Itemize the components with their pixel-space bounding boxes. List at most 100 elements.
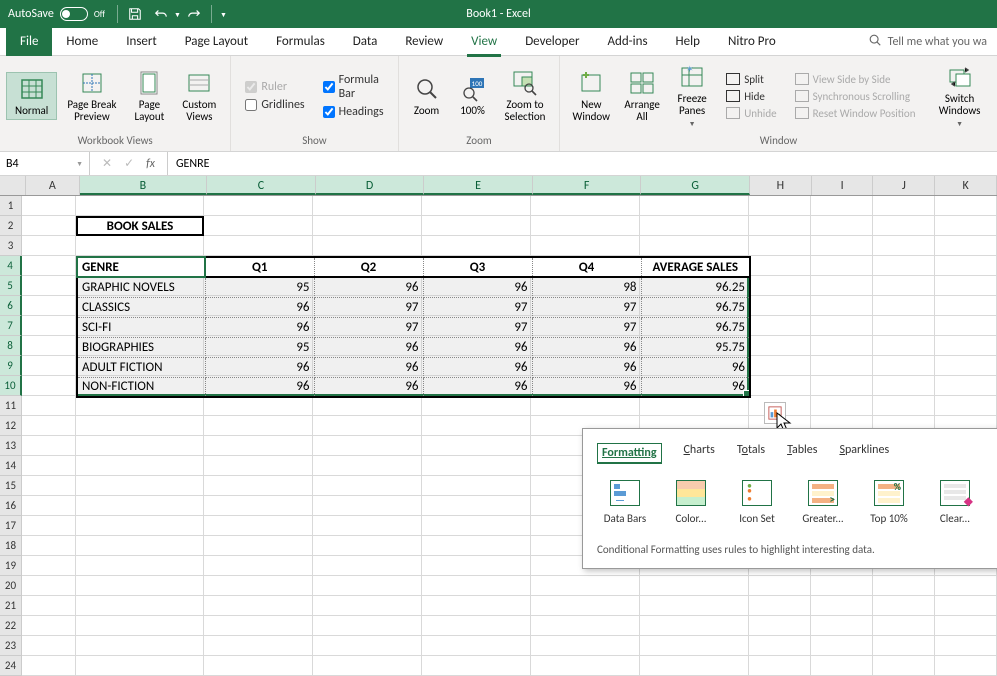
cell[interactable]: 95	[205, 277, 314, 297]
cell[interactable]: 96	[641, 377, 750, 397]
cell[interactable]: 96	[205, 317, 314, 337]
row-header[interactable]: 12	[0, 416, 22, 436]
tab-formulas[interactable]: Formulas	[262, 28, 339, 56]
spreadsheet-grid[interactable]: A B C D E F G H I J K 123456789101112131…	[0, 176, 997, 676]
quick-analysis-button[interactable]	[764, 402, 786, 424]
cell[interactable]: SCI-FI	[77, 317, 205, 337]
headings-checkbox[interactable]: Headings	[323, 105, 384, 119]
tab-file[interactable]: File	[6, 28, 52, 56]
popup-tab-charts[interactable]: Charts	[684, 443, 715, 464]
column-header[interactable]: E	[424, 176, 533, 195]
cell[interactable]: 97	[423, 297, 532, 317]
hide-button[interactable]: Hide	[724, 89, 778, 104]
column-header[interactable]: F	[533, 176, 642, 195]
row-header[interactable]: 8	[0, 336, 22, 356]
column-header[interactable]: A	[26, 176, 80, 195]
row-header[interactable]: 13	[0, 436, 22, 456]
row-header[interactable]: 9	[0, 356, 22, 376]
cell[interactable]: 96.75	[641, 317, 750, 337]
cell[interactable]: 96	[532, 357, 641, 377]
cell[interactable]: 96	[423, 277, 532, 297]
cell[interactable]: 96	[205, 377, 314, 397]
cell[interactable]: 96	[314, 357, 423, 377]
tab-review[interactable]: Review	[391, 28, 457, 56]
table-header[interactable]: Q2	[314, 257, 423, 277]
tab-insert[interactable]: Insert	[112, 28, 171, 56]
cell[interactable]: 96.75	[641, 297, 750, 317]
row-header[interactable]: 11	[0, 396, 22, 416]
column-header[interactable]: H	[750, 176, 812, 195]
popup-tab-totals[interactable]: Totals	[737, 443, 765, 464]
cell[interactable]: NON-FICTION	[77, 377, 205, 397]
row-header[interactable]: 22	[0, 616, 22, 636]
normal-view-button[interactable]: Normal	[6, 72, 57, 120]
row-header[interactable]: 15	[0, 476, 22, 496]
row-header[interactable]: 24	[0, 656, 22, 676]
cell[interactable]: 97	[532, 297, 641, 317]
custom-views-button[interactable]: Custom Views	[174, 67, 224, 125]
row-header[interactable]: 5	[0, 276, 22, 296]
save-icon[interactable]	[126, 5, 144, 23]
name-box[interactable]: B4▼	[0, 152, 90, 175]
enter-icon[interactable]: ✓	[124, 156, 134, 171]
top-10-button[interactable]: Top 10%	[865, 480, 913, 525]
cell[interactable]: ADULT FICTION	[77, 357, 205, 377]
row-header[interactable]: 3	[0, 236, 22, 256]
table-header[interactable]: Q1	[205, 257, 314, 277]
cell[interactable]: 96	[314, 277, 423, 297]
table-header[interactable]: Q4	[532, 257, 641, 277]
cell[interactable]: 95.75	[641, 337, 750, 357]
icon-set-button[interactable]: Icon Set	[733, 480, 781, 525]
cell[interactable]: 96	[205, 297, 314, 317]
page-break-button[interactable]: Page Break Preview	[59, 67, 124, 125]
redo-icon[interactable]	[185, 5, 203, 23]
cell[interactable]: BIOGRAPHIES	[77, 337, 205, 357]
cell[interactable]: 97	[314, 317, 423, 337]
fx-icon[interactable]: fx	[146, 157, 155, 171]
cancel-icon[interactable]: ✕	[102, 156, 112, 171]
cell[interactable]: 97	[423, 317, 532, 337]
row-header[interactable]: 19	[0, 556, 22, 576]
row-header[interactable]: 17	[0, 516, 22, 536]
tab-help[interactable]: Help	[662, 28, 714, 56]
cell[interactable]: 97	[314, 297, 423, 317]
cell[interactable]: 96	[314, 337, 423, 357]
tell-me-search[interactable]: Tell me what you wa	[858, 33, 997, 51]
row-header[interactable]: 21	[0, 596, 22, 616]
cell[interactable]: 97	[532, 317, 641, 337]
column-header[interactable]: I	[812, 176, 874, 195]
data-bars-button[interactable]: Data Bars	[601, 480, 649, 525]
cell[interactable]: 98	[532, 277, 641, 297]
row-header[interactable]: 7	[0, 316, 22, 336]
column-header[interactable]: G	[641, 176, 750, 195]
color-scale-button[interactable]: Color...	[667, 480, 715, 525]
clear-format-button[interactable]: Clear...	[931, 480, 979, 525]
cell[interactable]: 96	[641, 357, 750, 377]
row-header[interactable]: 1	[0, 196, 22, 216]
column-header[interactable]: B	[80, 176, 207, 195]
autosave-toggle[interactable]: AutoSave Off	[0, 7, 113, 21]
column-header[interactable]: D	[316, 176, 425, 195]
page-layout-button[interactable]: Page Layout	[127, 67, 173, 125]
popup-tab-sparklines[interactable]: Sparklines	[839, 443, 889, 464]
row-header[interactable]: 2	[0, 216, 22, 236]
undo-icon[interactable]	[152, 5, 170, 23]
cell[interactable]: 96	[532, 337, 641, 357]
zoom-to-selection-button[interactable]: Zoom to Selection	[497, 67, 554, 125]
new-window-button[interactable]: New Window	[566, 67, 616, 125]
arrange-all-button[interactable]: Arrange All	[618, 67, 666, 125]
cell[interactable]: 96	[423, 337, 532, 357]
data-table[interactable]: GENREQ1Q2Q3Q4AVERAGE SALESGRAPHIC NOVELS…	[76, 256, 751, 398]
row-header[interactable]: 16	[0, 496, 22, 516]
toggle-switch[interactable]	[60, 7, 88, 21]
popup-tab-tables[interactable]: Tables	[787, 443, 817, 464]
table-header[interactable]: GENRE	[77, 257, 205, 277]
freeze-panes-button[interactable]: ✶Freeze Panes ▼	[668, 61, 716, 132]
cell[interactable]: 96	[423, 357, 532, 377]
title-cell[interactable]: BOOK SALES	[76, 216, 204, 236]
tab-view[interactable]: View	[457, 28, 511, 56]
switch-windows-button[interactable]: Switch Windows ▼	[929, 61, 991, 132]
split-button[interactable]: Split	[724, 72, 778, 87]
row-header[interactable]: 4	[0, 256, 22, 276]
cell[interactable]: 95	[205, 337, 314, 357]
